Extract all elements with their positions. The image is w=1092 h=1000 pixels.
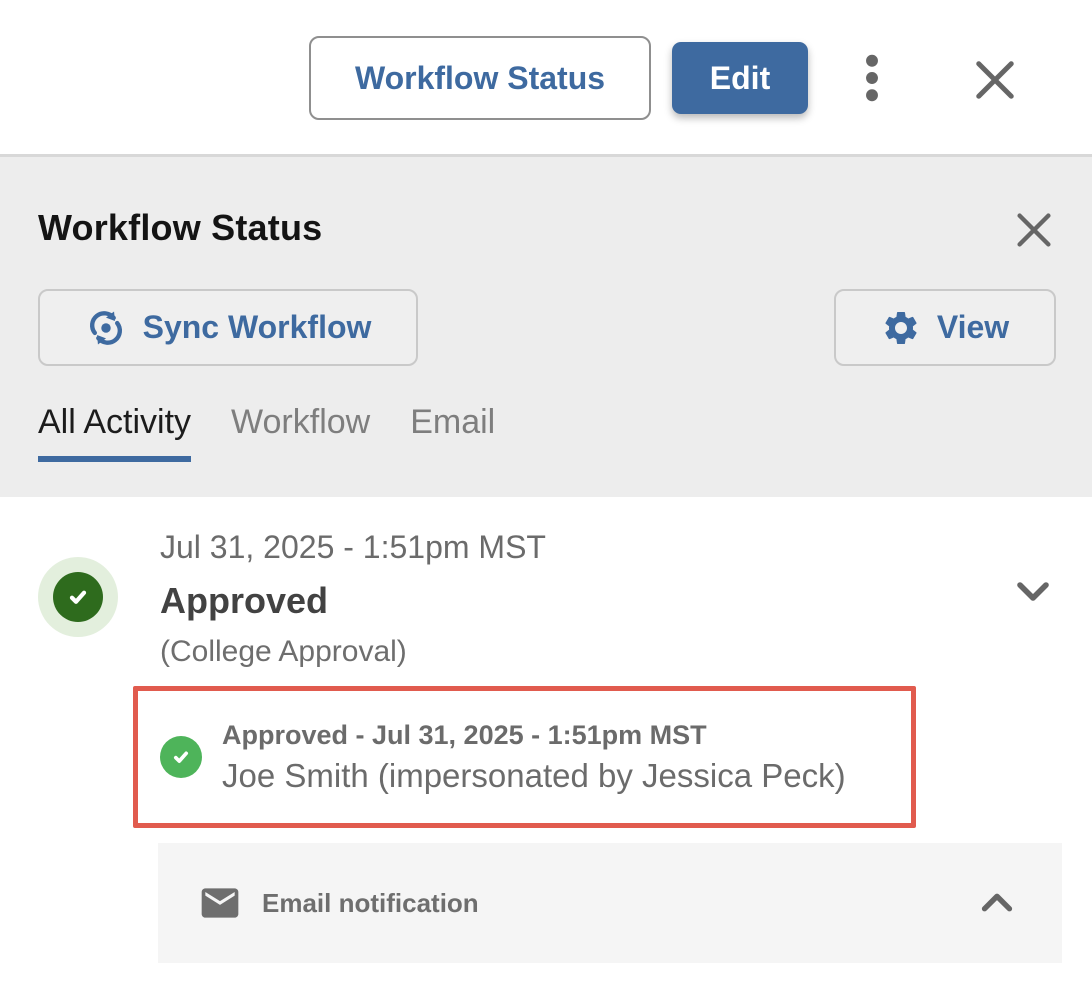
sync-icon: [85, 307, 127, 349]
view-button[interactable]: View: [834, 289, 1056, 366]
email-notification-label: Email notification: [262, 888, 479, 919]
kebab-menu-icon[interactable]: [846, 47, 898, 109]
sync-workflow-button[interactable]: Sync Workflow: [38, 289, 418, 366]
check-circle-green-icon: [160, 736, 202, 778]
chevron-down-icon[interactable]: [1006, 569, 1060, 615]
approval-detail-highlight: Approved - Jul 31, 2025 - 1:51pm MST Joe…: [133, 686, 916, 828]
workflow-status-panel: Workflow Status Sync Workflow: [0, 154, 1092, 497]
check-circle-dark-icon: [53, 572, 103, 622]
panel-close-icon[interactable]: [1008, 205, 1060, 255]
tab-all-activity[interactable]: All Activity: [38, 403, 191, 462]
activity-feed: Jul 31, 2025 - 1:51pm MST Approved (Coll…: [0, 497, 1092, 1000]
envelope-icon: [198, 881, 242, 925]
approval-summary: Approved - Jul 31, 2025 - 1:51pm MST: [222, 720, 846, 751]
panel-title: Workflow Status: [38, 207, 322, 249]
tab-workflow[interactable]: Workflow: [231, 403, 370, 462]
workflow-status-button[interactable]: Workflow Status: [309, 36, 651, 120]
activity-status-title: Approved: [160, 580, 328, 622]
chevron-up-icon[interactable]: [974, 880, 1020, 926]
approved-status-badge: [38, 557, 118, 637]
edit-button[interactable]: Edit: [672, 42, 808, 114]
activity-timestamp: Jul 31, 2025 - 1:51pm MST: [160, 529, 546, 566]
workflow-status-screen: Workflow Status Edit Workflow Status: [0, 0, 1092, 1000]
email-notification-row[interactable]: Email notification: [158, 843, 1062, 963]
activity-step-name: (College Approval): [160, 635, 407, 669]
view-button-label: View: [937, 309, 1009, 346]
gear-icon: [881, 308, 921, 348]
top-bar: Workflow Status Edit: [0, 0, 1092, 157]
close-icon[interactable]: [962, 48, 1028, 112]
tab-email[interactable]: Email: [410, 403, 495, 462]
sync-workflow-label: Sync Workflow: [143, 309, 372, 346]
activity-tabs: All Activity Workflow Email: [38, 403, 495, 462]
approval-actor: Joe Smith (impersonated by Jessica Peck): [222, 757, 846, 795]
